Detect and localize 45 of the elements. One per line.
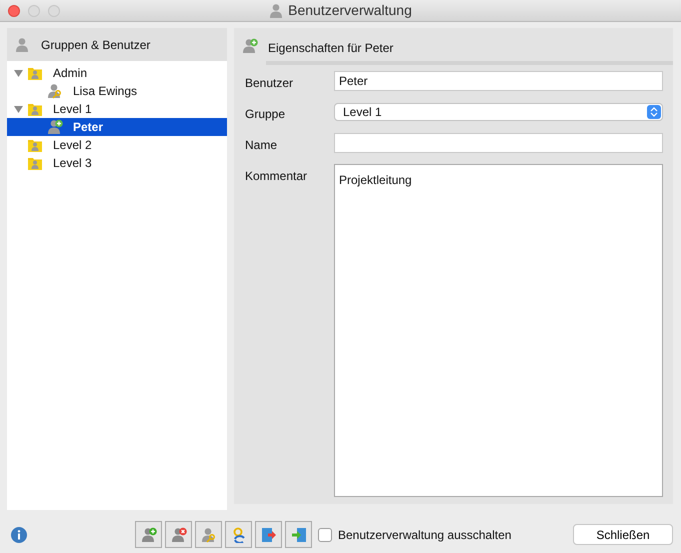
- tree-item[interactable]: Admin: [7, 64, 227, 82]
- user-plus-icon: [47, 119, 63, 135]
- field-label: Name: [245, 137, 278, 154]
- import-icon: [290, 526, 306, 542]
- import-button[interactable]: [285, 521, 312, 548]
- panel-title: Gruppen & Benutzer: [41, 36, 150, 54]
- group-dropdown[interactable]: Level 1: [334, 103, 663, 121]
- tree-item[interactable]: Lisa Ewings: [7, 82, 227, 100]
- window-title: Benutzerverwaltung: [288, 1, 412, 20]
- comment-field[interactable]: Projektleitung: [334, 164, 663, 497]
- tree-item[interactable]: Level 2: [7, 136, 227, 154]
- close-button[interactable]: Schließen: [573, 524, 673, 545]
- user-plus-icon: [242, 38, 258, 54]
- user-key-icon: [47, 83, 63, 99]
- users-icon: [15, 37, 31, 54]
- add-user-button[interactable]: [135, 521, 162, 548]
- collapse-arrow-icon[interactable]: [14, 68, 22, 78]
- user-key-button[interactable]: [195, 521, 222, 548]
- export-button[interactable]: [255, 521, 282, 548]
- input-field[interactable]: [334, 133, 663, 153]
- field-label: Benutzer: [245, 75, 294, 92]
- checkbox[interactable]: [318, 528, 332, 542]
- input-field[interactable]: Peter: [334, 71, 663, 91]
- info-icon[interactable]: [11, 526, 27, 542]
- checkbox-label: Benutzerverwaltung ausschalten: [338, 526, 512, 544]
- tree-item[interactable]: Peter: [7, 118, 227, 136]
- tree-item[interactable]: Level 1: [7, 100, 227, 118]
- tree-item[interactable]: Level 3: [7, 154, 227, 172]
- export-icon: [260, 526, 276, 542]
- collapse-arrow-icon[interactable]: [14, 104, 22, 114]
- field-label: Kommentar: [245, 168, 308, 185]
- folder-icon: [27, 155, 43, 171]
- field-label: Gruppe: [245, 106, 286, 123]
- folder-icon: [27, 65, 43, 81]
- user-sync-button[interactable]: [225, 521, 252, 548]
- panel-title: Eigenschaften für Peter: [266, 36, 673, 65]
- remove-user-button[interactable]: [165, 521, 192, 548]
- remove-user-icon: [170, 526, 186, 542]
- folder-icon: [27, 101, 43, 117]
- folder-icon: [27, 137, 43, 153]
- user-sync-icon: [230, 526, 246, 542]
- add-user-icon: [140, 526, 156, 542]
- user-key-icon: [200, 526, 216, 542]
- close-window-button[interactable]: [8, 5, 20, 17]
- stepper-icon: [647, 105, 661, 119]
